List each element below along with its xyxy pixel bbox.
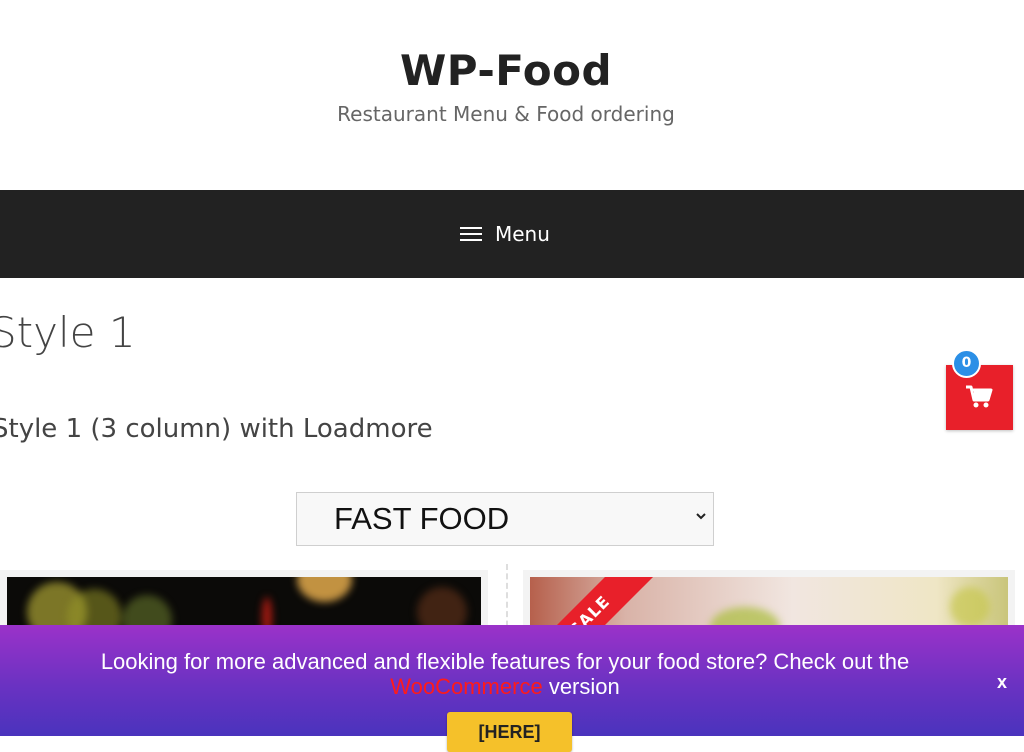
chevron-down-icon [696,513,706,520]
menu-label: Menu [495,222,550,246]
site-header: WP-Food Restaurant Menu & Food ordering [0,0,1024,190]
cart-icon [966,385,993,408]
promo-text-end: version [548,674,620,699]
promo-banner: Looking for more advanced and flexible f… [0,625,1024,752]
woocommerce-link[interactable]: WooCommerce [390,674,542,699]
category-select-value: FAST FOOD [334,501,510,536]
main-navigation: Menu [0,190,1024,278]
category-select[interactable]: FAST FOOD [296,492,714,546]
promo-text: Looking for more advanced and flexible f… [100,649,910,674]
site-title[interactable]: WP-Food [0,46,1012,95]
cart-button[interactable] [946,365,1013,430]
site-tagline: Restaurant Menu & Food ordering [337,102,675,126]
close-button[interactable]: x [997,672,1007,693]
promo-message: Looking for more advanced and flexible f… [40,649,970,699]
menu-toggle-button[interactable]: Menu [460,190,550,278]
hamburger-icon [460,226,482,242]
cart-count-badge: 0 [952,349,981,378]
section-title: Style 1 (3 column) with Loadmore [0,414,433,444]
here-button[interactable]: [HERE] [447,712,572,752]
page-title: Style 1 [0,308,136,357]
